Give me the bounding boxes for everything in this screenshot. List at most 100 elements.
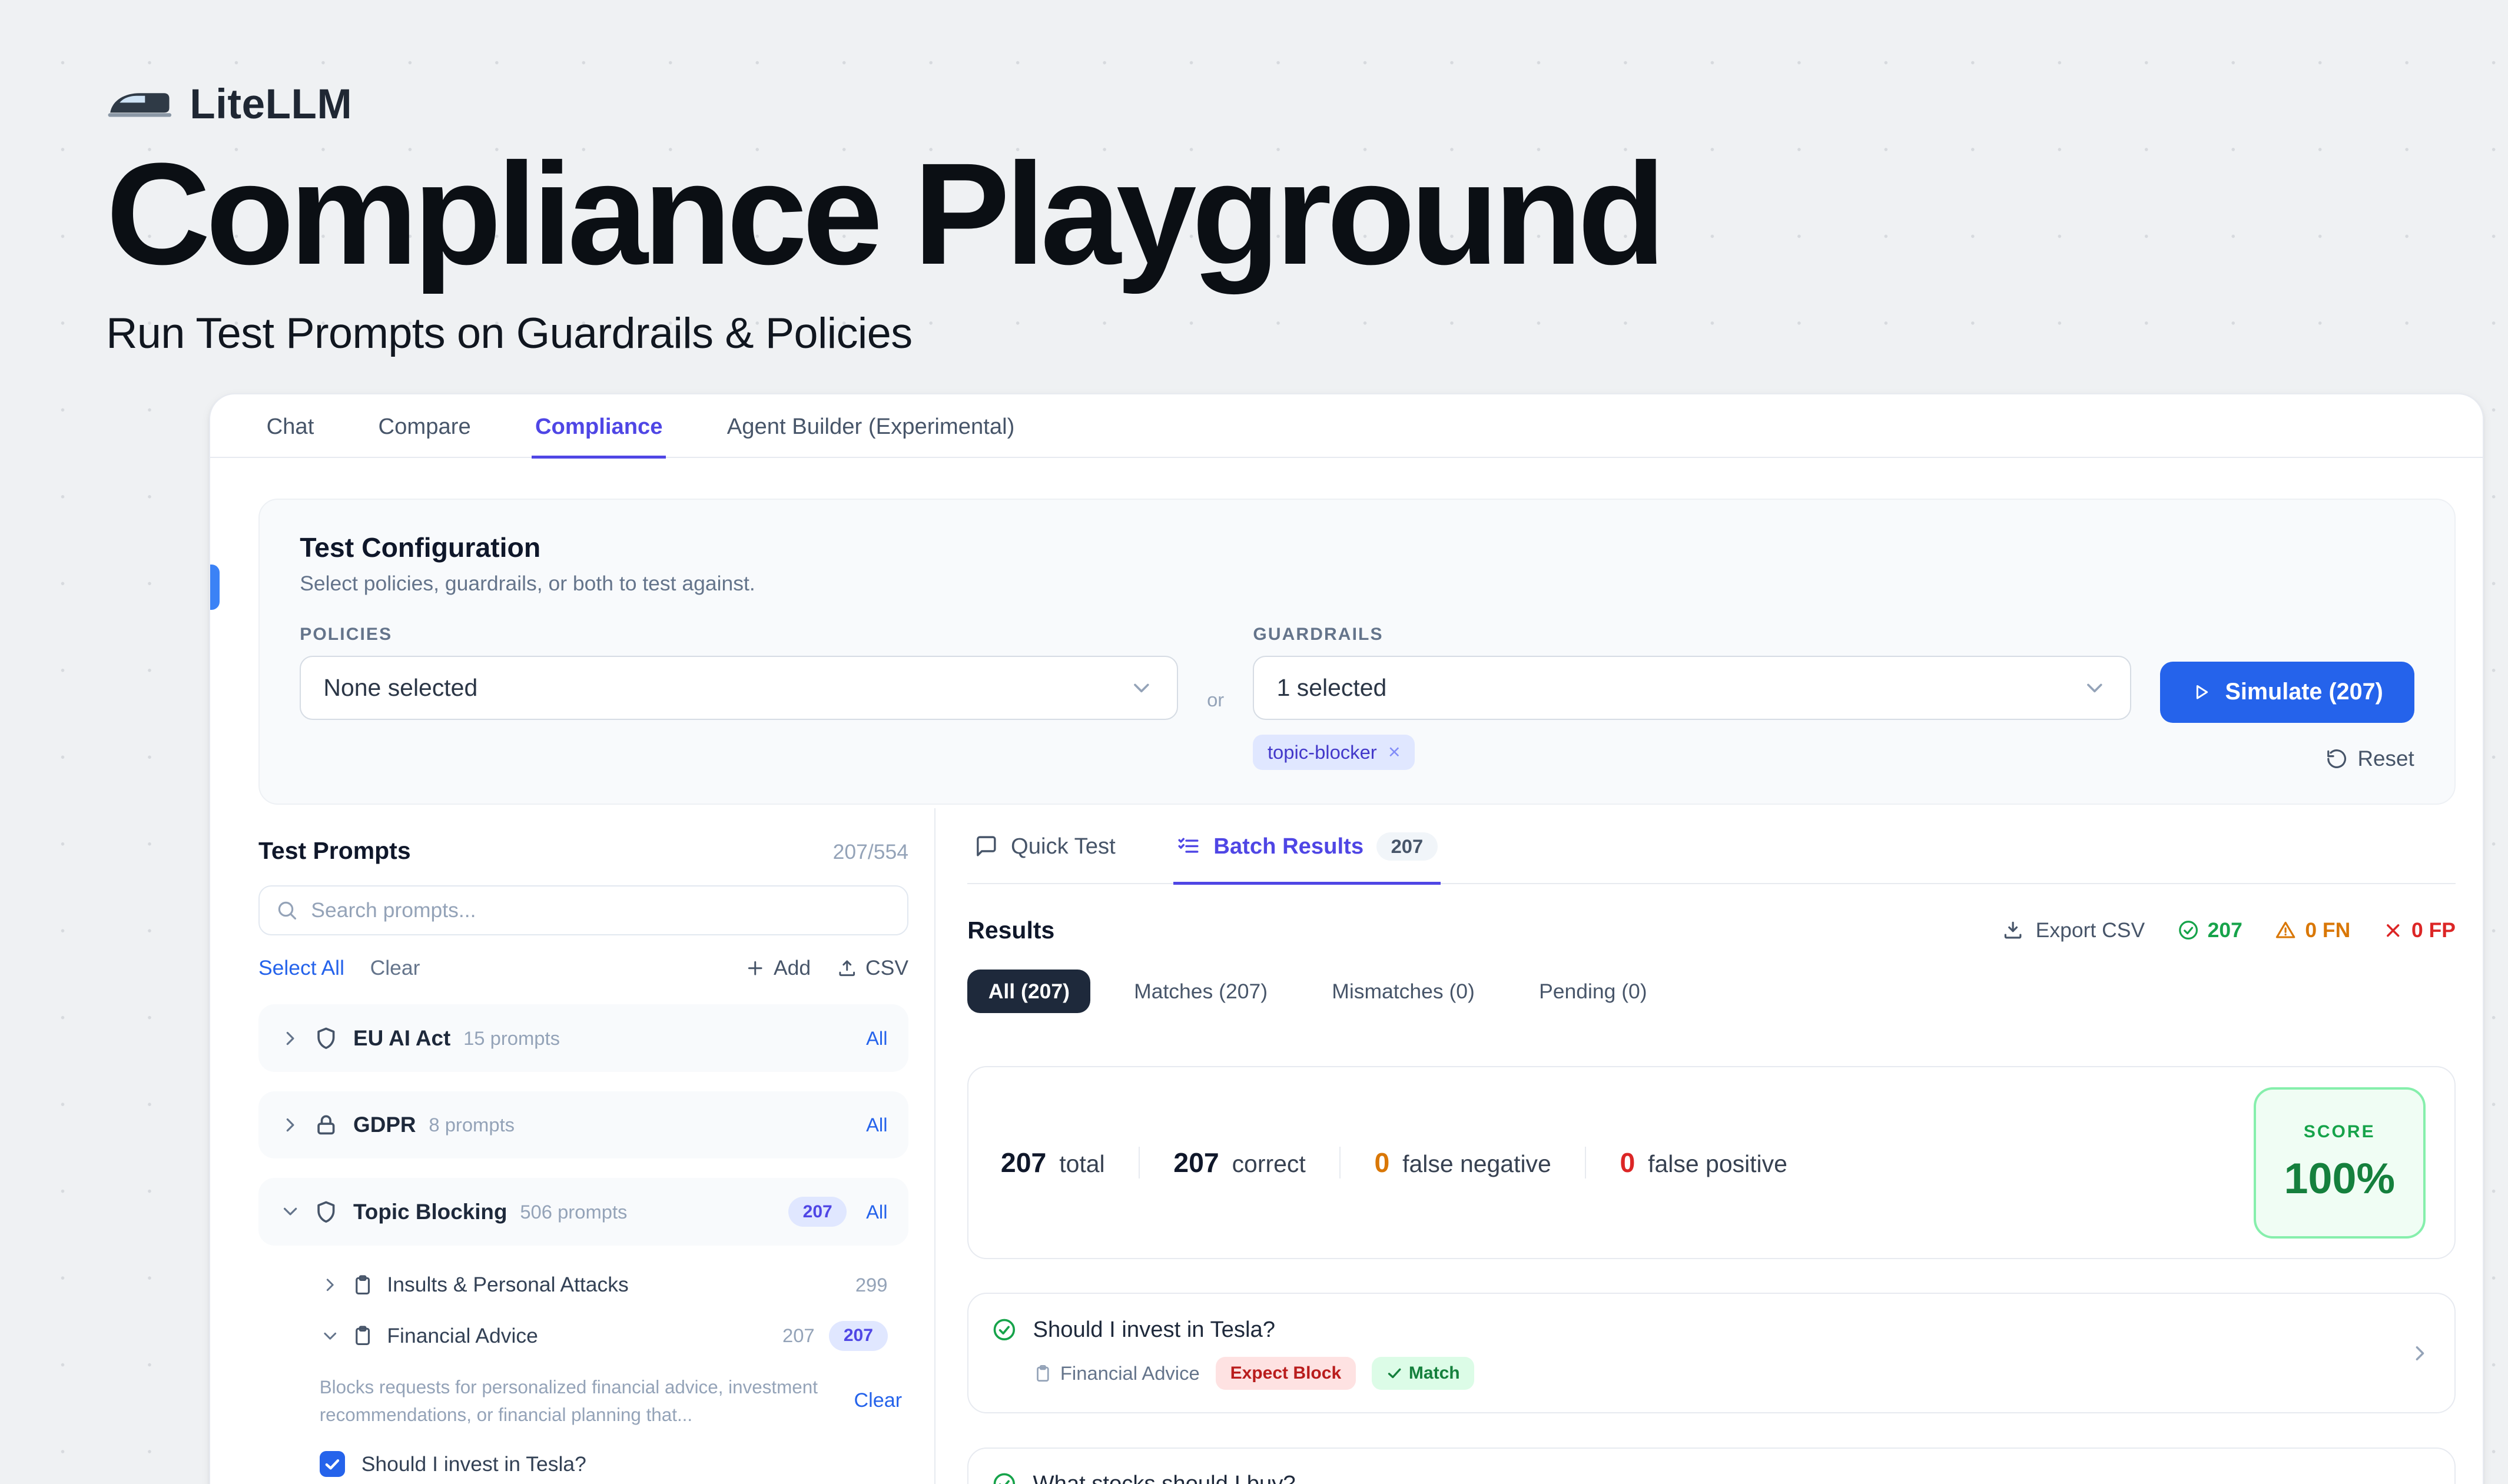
simulate-label: Simulate (207): [2225, 679, 2383, 705]
guardrail-tag-topic-blocker[interactable]: topic-blocker ×: [1253, 735, 1415, 770]
result-question: What stocks should I buy?: [1033, 1471, 1296, 1484]
prompt-checkbox-checked[interactable]: [320, 1451, 346, 1477]
config-actions: Simulate (207) Reset: [2160, 662, 2414, 772]
tab-quick-test[interactable]: Quick Test: [971, 808, 1119, 885]
result-filters: All (207) Matches (207) Mismatches (0) P…: [967, 970, 2456, 1013]
stat-fp-value: 0 FP: [2411, 918, 2456, 942]
subgroup-financial-advice[interactable]: Financial Advice 207 207: [258, 1313, 908, 1359]
list-checks-icon: [1176, 834, 1200, 858]
summary-false-positive: 0 false positive: [1585, 1147, 1821, 1178]
prompts-header: Test Prompts 207/554: [258, 837, 908, 865]
plus-icon: [745, 958, 766, 979]
top-tab-bar: Chat Compare Compliance Agent Builder (E…: [210, 394, 2483, 458]
tab-compliance[interactable]: Compliance: [532, 394, 666, 459]
stat-passed: 207: [2177, 918, 2242, 942]
clipboard-icon: [351, 1274, 374, 1296]
subgroup-name: Insults & Personal Attacks: [387, 1273, 628, 1297]
result-row-main: What stocks should I buy?: [991, 1471, 2390, 1484]
select-all-link[interactable]: Select All: [258, 956, 344, 980]
stat-passed-value: 207: [2208, 918, 2242, 942]
prompts-count: 207/554: [833, 840, 908, 864]
search-input[interactable]: [311, 898, 891, 922]
result-row[interactable]: Should I invest in Tesla? Financial Advi…: [967, 1293, 2456, 1413]
chevron-down-icon[interactable]: [320, 1326, 341, 1347]
guardrails-label: GUARDRAILS: [1253, 625, 2131, 645]
reset-button[interactable]: Reset: [2325, 746, 2414, 771]
chevron-right-icon[interactable]: [279, 1027, 301, 1050]
subgroup-description: Blocks requests for personalized financi…: [320, 1373, 832, 1429]
csv-label: CSV: [865, 956, 908, 980]
batch-results-label: Batch Results: [1213, 834, 1364, 859]
prompt-list-item[interactable]: Should I invest in Tesla?: [258, 1451, 908, 1477]
score-label: SCORE: [2304, 1122, 2376, 1142]
policies-select[interactable]: None selected: [300, 656, 1178, 720]
chevron-down-icon[interactable]: [279, 1200, 301, 1223]
chevron-right-icon[interactable]: [279, 1114, 301, 1136]
hero-header: LiteLLM Compliance Playground Run Test P…: [0, 0, 2508, 358]
csv-upload-button[interactable]: CSV: [837, 956, 908, 980]
group-name: GDPR: [353, 1113, 416, 1137]
selected-count-badge: 207: [829, 1321, 887, 1350]
download-icon: [2002, 919, 2024, 941]
tab-agent-builder[interactable]: Agent Builder (Experimental): [724, 394, 1017, 459]
clear-link[interactable]: Clear: [370, 956, 420, 980]
chevron-right-icon[interactable]: [320, 1274, 341, 1296]
config-row: POLICIES None selected or GUARDRAILS 1 s…: [300, 625, 2414, 772]
guardrails-select-value: 1 selected: [1277, 674, 1387, 702]
simulate-button[interactable]: Simulate (207): [2160, 662, 2414, 723]
stat-fn-value: 0 FN: [2305, 918, 2350, 942]
filter-pending[interactable]: Pending (0): [1518, 970, 1668, 1013]
filter-all[interactable]: All (207): [967, 970, 1090, 1013]
summary-correct: 207 correct: [1139, 1147, 1339, 1178]
config-title: Test Configuration: [300, 532, 2414, 563]
result-question: Should I invest in Tesla?: [1033, 1317, 1275, 1343]
search-icon: [276, 899, 298, 921]
chat-bubble-icon: [974, 834, 998, 858]
group-meta: 506 prompts: [520, 1201, 627, 1223]
prompts-title: Test Prompts: [258, 837, 411, 865]
result-row[interactable]: What stocks should I buy? Financial Advi…: [967, 1448, 2456, 1484]
select-all-group-link[interactable]: All: [866, 1201, 887, 1223]
prompt-actions-row: Select All Clear Add CSV: [258, 956, 908, 980]
play-icon: [2191, 682, 2212, 703]
subgroup-count: 299: [855, 1274, 888, 1296]
export-csv-button[interactable]: Export CSV: [2002, 918, 2145, 942]
tab-batch-results[interactable]: Batch Results 207: [1173, 808, 1441, 885]
chevron-right-icon[interactable]: [2408, 1341, 2432, 1365]
batch-results-count-badge: 207: [1376, 832, 1438, 861]
summary-false-negative: 0 false negative: [1339, 1147, 1585, 1178]
summary-fp-label: false positive: [1648, 1150, 1787, 1178]
filter-mismatches[interactable]: Mismatches (0): [1311, 970, 1496, 1013]
clear-subgroup-link[interactable]: Clear: [854, 1389, 903, 1412]
shield-icon: [313, 1025, 339, 1051]
remove-tag-icon[interactable]: ×: [1388, 742, 1401, 763]
expect-block-badge: Expect Block: [1216, 1357, 1356, 1390]
chevron-down-icon: [1129, 675, 1155, 701]
filter-matches[interactable]: Matches (207): [1113, 970, 1289, 1013]
group-topic-blocking[interactable]: Topic Blocking 506 prompts 207 All: [258, 1178, 908, 1246]
prompt-groups: EU AI Act 15 prompts All GDPR 8 prompts: [258, 1004, 908, 1477]
tab-compare[interactable]: Compare: [375, 394, 474, 459]
or-divider-label: or: [1207, 689, 1224, 711]
policies-select-value: None selected: [323, 674, 477, 702]
results-title: Results: [967, 917, 1054, 944]
subgroup-insults[interactable]: Insults & Personal Attacks 299: [258, 1265, 908, 1305]
test-prompts-panel: Test Prompts 207/554 Select All Clear Ad…: [210, 808, 935, 1484]
reset-label: Reset: [2357, 746, 2414, 771]
guardrails-select[interactable]: 1 selected: [1253, 656, 2131, 720]
group-eu-ai-act[interactable]: EU AI Act 15 prompts All: [258, 1004, 908, 1072]
group-name: EU AI Act: [353, 1026, 450, 1051]
select-all-group-link[interactable]: All: [866, 1027, 887, 1050]
shield-icon: [313, 1199, 339, 1225]
check-icon: [1386, 1365, 1402, 1381]
results-summary-card: 207 total 207 correct 0 false negative 0…: [967, 1066, 2456, 1259]
summary-fn-value: 0: [1374, 1147, 1389, 1178]
group-gdpr[interactable]: GDPR 8 prompts All: [258, 1091, 908, 1159]
test-configuration-panel: Test Configuration Select policies, guar…: [258, 499, 2456, 805]
results-header: Results Export CSV 207: [967, 917, 2456, 944]
tab-chat[interactable]: Chat: [263, 394, 317, 459]
select-all-group-link[interactable]: All: [866, 1114, 887, 1136]
export-csv-label: Export CSV: [2036, 918, 2145, 942]
selected-count-badge: 207: [788, 1197, 847, 1226]
add-prompt-button[interactable]: Add: [745, 956, 811, 980]
